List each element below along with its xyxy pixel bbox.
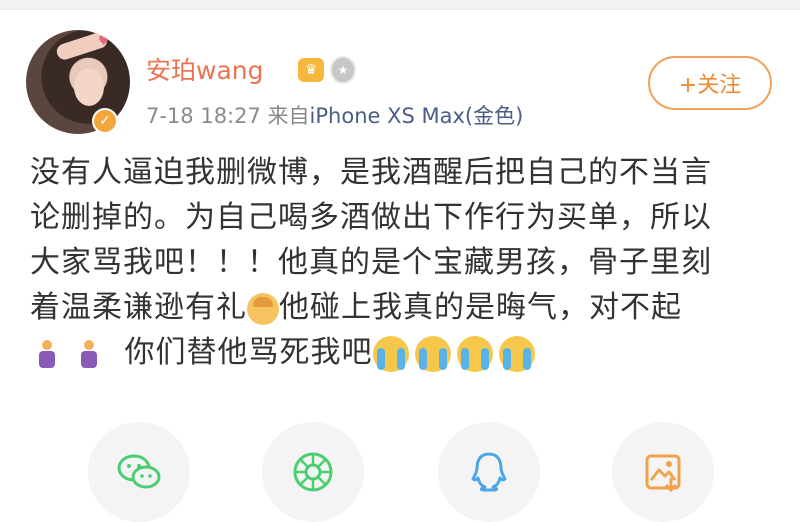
timestamp: 7-18 18:27 (146, 104, 261, 128)
kneeling-person-emoji-icon (72, 338, 106, 370)
content-text: 着温柔谦逊有礼 (30, 290, 247, 325)
share-qq-button[interactable] (438, 422, 540, 522)
post-meta: 7-18 18:27 来自iPhone XS Max(金色) (146, 101, 523, 131)
post-content: 没有人逼迫我删微博，是我酒醒后把自己的不当言 论删掉的。为自己喝多酒做出下作行为… (30, 150, 770, 375)
content-line: 你们替他骂死我吧 (30, 330, 770, 375)
top-divider (0, 0, 800, 10)
crying-face-emoji-icon (498, 335, 535, 372)
medal-badge-icon[interactable]: ★ (330, 56, 356, 84)
kneeling-person-emoji-icon (30, 338, 64, 370)
avatar-face (74, 68, 104, 106)
content-line: 着温柔谦逊有礼 他碰上我真的是晦气，对不起 (30, 285, 770, 330)
crying-face-emoji-icon (372, 335, 409, 372)
crying-face-emoji-icon (414, 335, 451, 372)
verified-badge-icon: ✓ (92, 108, 118, 134)
wechat-icon (117, 454, 161, 489)
source-prefix: 来自 (267, 104, 310, 128)
qq-icon (471, 452, 507, 492)
moments-icon (293, 452, 333, 492)
content-line: 论删掉的。为自己喝多酒做出下作行为买单，所以 (30, 200, 712, 235)
content-line: 大家骂我吧！！！他真的是个宝藏男孩，骨子里刻 (30, 245, 712, 280)
heart-icon: ♥ (98, 34, 110, 49)
source-device[interactable]: iPhone XS Max(金色) (310, 104, 524, 128)
share-wechat-button[interactable] (88, 422, 190, 522)
share-save-image-button[interactable] (612, 422, 714, 522)
crown-badge-icon[interactable]: ♛ (298, 58, 324, 82)
crying-face-emoji-icon (456, 335, 493, 372)
username[interactable]: 安珀wang (146, 54, 263, 88)
content-text: 你们替他骂死我吧 (124, 335, 373, 370)
save-image-icon (645, 454, 681, 493)
boy-face-emoji-icon (247, 292, 279, 325)
follow-button[interactable]: +关注 (648, 56, 772, 110)
content-line: 没有人逼迫我删微博，是我酒醒后把自己的不当言 (30, 155, 712, 190)
share-moments-button[interactable] (262, 422, 364, 522)
content-text: 他碰上我真的是晦气，对不起 (279, 290, 682, 325)
